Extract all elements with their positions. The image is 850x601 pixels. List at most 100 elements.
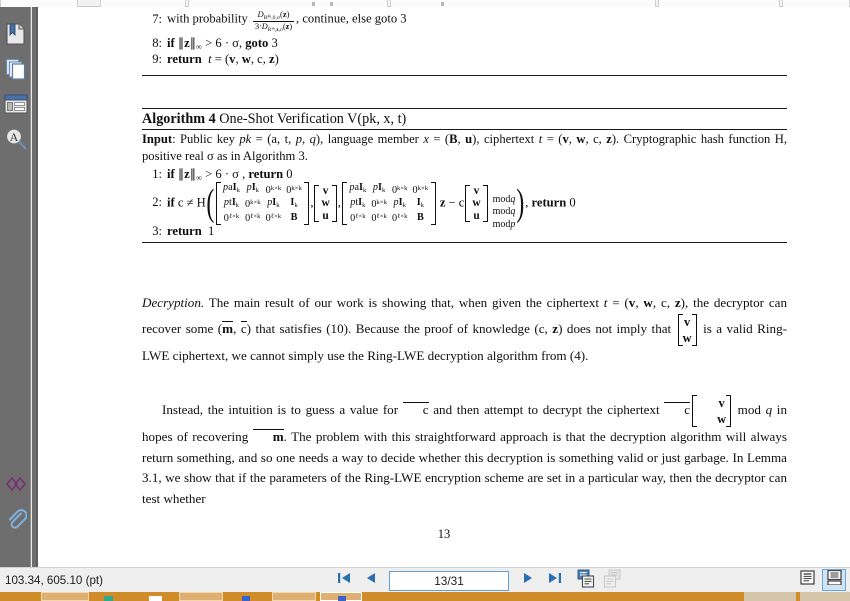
matrix-cell: 0ℓ×k bbox=[392, 213, 408, 225]
page-navigation: 13/31 bbox=[331, 568, 625, 593]
vector-table: v w u bbox=[319, 185, 331, 222]
toolbar-segment[interactable] bbox=[0, 0, 78, 7]
instead-text-2: mod q in hopes of recovering m. The prob… bbox=[142, 402, 787, 506]
mod-cell: modq bbox=[492, 193, 516, 205]
sidebar-item-pages[interactable] bbox=[0, 51, 31, 86]
text-search-icon: A bbox=[4, 127, 28, 151]
previous-page-button[interactable] bbox=[357, 569, 383, 592]
copy-pages-icon bbox=[5, 58, 27, 80]
matrix-cell: 0ℓ×k bbox=[371, 213, 387, 225]
taskbar-item[interactable] bbox=[104, 596, 113, 601]
toolbar-segment[interactable] bbox=[100, 0, 186, 7]
matrix-cell: pIk bbox=[372, 182, 386, 195]
page-folio: 13 bbox=[437, 527, 451, 541]
decryption-paragraph: Decryption. The main result of our work … bbox=[142, 293, 787, 366]
last-page-icon bbox=[547, 571, 562, 590]
add-page-button[interactable] bbox=[573, 569, 599, 592]
matrix-row: 0ℓ×k 0ℓ×k 0ℓ×k B bbox=[221, 211, 305, 225]
vector-cell: v bbox=[718, 396, 725, 410]
layout-panel-icon bbox=[3, 93, 28, 114]
vector-cell: w bbox=[472, 197, 481, 210]
matrix-cell: B bbox=[290, 212, 298, 224]
vector-cell: w bbox=[717, 412, 727, 426]
continuous-page-view-button[interactable] bbox=[822, 569, 846, 591]
vector-cell: v bbox=[684, 314, 691, 329]
matrix-cell: B bbox=[416, 212, 424, 224]
mod-cell: modq bbox=[492, 206, 516, 218]
taskbar-item[interactable] bbox=[272, 592, 316, 601]
taskbar-item[interactable] bbox=[338, 596, 346, 601]
first-page-icon bbox=[337, 571, 352, 590]
fraction-denominator: 3·DR4k,z,σ(z) bbox=[252, 21, 295, 33]
algo3-line-9-number: 9: bbox=[152, 52, 162, 66]
vector-row: w bbox=[470, 197, 482, 209]
taskbar-item[interactable] bbox=[149, 596, 162, 601]
toolbar-segment[interactable] bbox=[658, 0, 780, 7]
toolbar-segment[interactable] bbox=[188, 0, 388, 7]
matrix-cell: 0ℓ×k bbox=[350, 213, 366, 225]
vector-row: w bbox=[319, 197, 331, 209]
matrix-cell: ptIk bbox=[223, 196, 240, 209]
document-viewport[interactable]: 7: with probability DR4k,0,σ(z) 3·DR4k,z,… bbox=[38, 7, 850, 567]
taskbar-clock[interactable] bbox=[800, 592, 850, 601]
vector-cell: w bbox=[321, 197, 330, 210]
matrix-table: paIk pIk 0k×k 0k×k ptIk 0k×k pIk Ik 0ℓ×k… bbox=[347, 182, 431, 225]
page-number-input[interactable]: 13/31 bbox=[389, 570, 509, 591]
algo4-input-label: Input bbox=[142, 132, 173, 146]
algo4-mid-operator: z − c bbox=[439, 195, 465, 210]
algo3-line-9-body: t = (v, w, c, z) bbox=[208, 52, 279, 66]
sidebar-item-layers[interactable] bbox=[0, 86, 31, 121]
vector-row: v bbox=[470, 185, 482, 197]
single-page-view-button[interactable] bbox=[795, 569, 819, 591]
tool-sidebar: A bbox=[0, 7, 31, 567]
first-page-button[interactable] bbox=[331, 569, 357, 592]
vector-cell: u bbox=[473, 209, 480, 222]
algo4-line-3-body: 1 bbox=[204, 224, 215, 238]
continuous-page-icon bbox=[826, 569, 842, 590]
algo4-line-3-number: 3: bbox=[152, 224, 162, 238]
sidebar-item-find-text[interactable]: A bbox=[0, 121, 31, 156]
algo4-comma-2: , bbox=[337, 195, 341, 210]
remove-page-button[interactable] bbox=[599, 569, 625, 592]
algo4-bottom-rule bbox=[142, 242, 787, 243]
sidebar-item-thumbnails[interactable] bbox=[0, 16, 31, 51]
matrix-row: ptIk 0k×k pIk Ik bbox=[347, 197, 431, 212]
taskbar-item[interactable] bbox=[41, 592, 89, 601]
chain-link-icon bbox=[4, 475, 28, 493]
toolbar-segment[interactable] bbox=[782, 0, 850, 7]
taskbar-tray[interactable] bbox=[744, 592, 796, 601]
toolbar-icon[interactable] bbox=[441, 2, 444, 6]
svg-text:A: A bbox=[9, 130, 18, 144]
algo3-line-7-text-before: with probability bbox=[167, 11, 248, 26]
vector-cell: w bbox=[682, 330, 692, 345]
matrix-cell: Ik bbox=[416, 196, 425, 209]
close-paren: ) bbox=[516, 181, 525, 224]
vector-row: v bbox=[319, 185, 331, 197]
matrix-cell: 0k×k bbox=[286, 184, 302, 196]
matrix-cell: 0k×k bbox=[265, 184, 282, 196]
algo3-line-7-fraction: DR4k,0,σ(z) 3·DR4k,z,σ(z) bbox=[252, 9, 295, 33]
matrix-cell: 0ℓ×k bbox=[245, 213, 261, 225]
toolbar-segment[interactable] bbox=[390, 0, 656, 7]
sidebar-item-attachments[interactable] bbox=[0, 501, 31, 536]
fraction-numerator: DR4k,0,σ(z) bbox=[257, 9, 290, 21]
algo4-line-1-keyword: if bbox=[167, 167, 175, 181]
vector-cell: v bbox=[473, 184, 480, 197]
sidebar-item-links[interactable] bbox=[0, 466, 31, 501]
taskbar-item[interactable] bbox=[179, 592, 223, 601]
status-bar: 103.34, 605.10 (pt) 13/31 bbox=[0, 567, 850, 592]
toolbar-icon[interactable] bbox=[330, 2, 333, 6]
toolbar-icon[interactable] bbox=[312, 2, 315, 6]
algo3-line-8: 8: if ∥z∥∞ > 6 · σ, goto 3 bbox=[142, 35, 278, 52]
taskbar-item[interactable] bbox=[242, 596, 250, 601]
matrix-row: paIk pIk 0k×k 0k×k bbox=[347, 182, 431, 197]
last-page-button[interactable] bbox=[541, 569, 567, 592]
matrix-cell: Ik bbox=[290, 196, 298, 209]
next-page-button[interactable] bbox=[515, 569, 541, 592]
algo4-title: Algorithm 4 One-Shot Verification V(pk, … bbox=[142, 111, 406, 128]
bookmark-page-icon bbox=[5, 22, 26, 45]
algo3-bottom-rule bbox=[142, 75, 787, 76]
algo4-vector-2: v w u bbox=[465, 184, 488, 223]
matrix-cell: 0k×k bbox=[371, 199, 387, 211]
